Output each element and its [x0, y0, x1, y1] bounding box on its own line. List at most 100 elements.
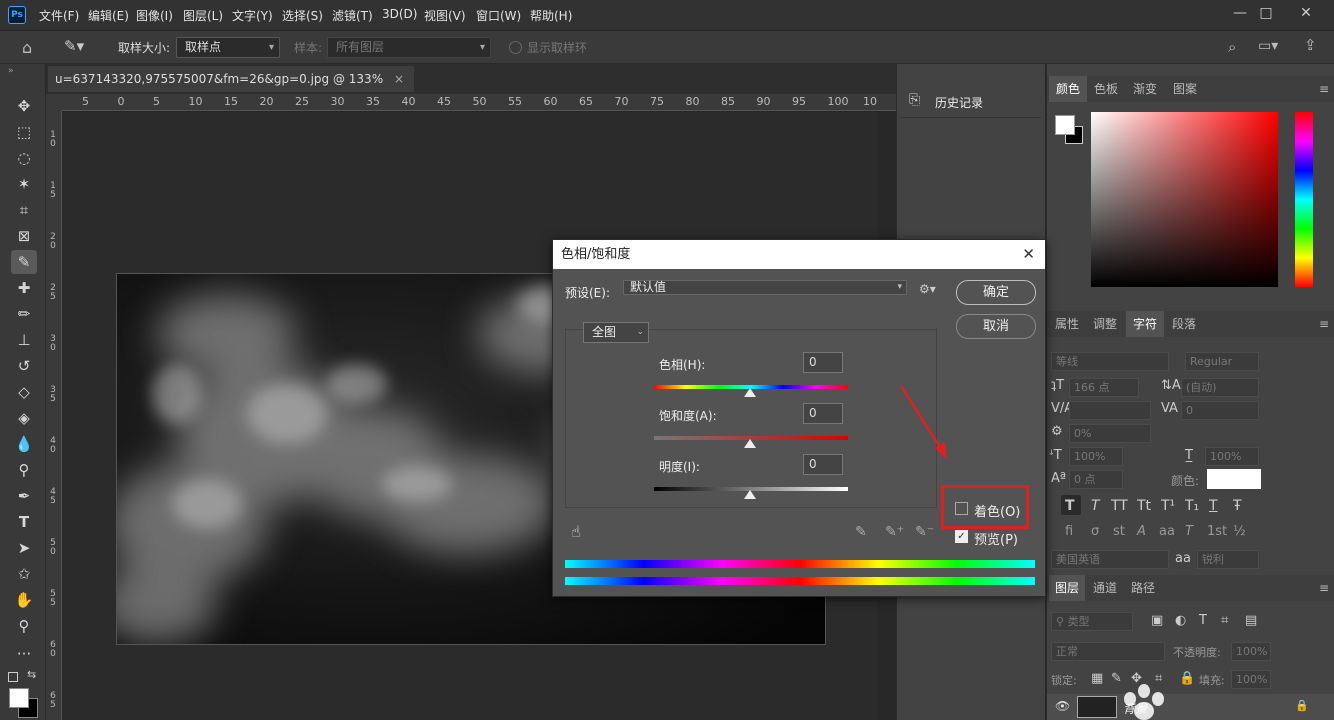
layer-row[interactable]: 👁 背景 🔒: [1047, 694, 1334, 720]
healing-brush-tool-icon[interactable]: ✚: [11, 276, 37, 300]
stylistic-alternates-button[interactable]: aa: [1159, 524, 1175, 539]
fill-input[interactable]: 100%: [1231, 670, 1271, 689]
font-size-input[interactable]: 166 点: [1069, 378, 1139, 397]
history-panel-button[interactable]: ⎘ 历史记录: [901, 84, 1041, 118]
more-tools-icon[interactable]: ···: [11, 642, 37, 666]
old-style-button[interactable]: σ: [1091, 524, 1099, 539]
menu-3d[interactable]: 3D(D): [382, 7, 417, 21]
preset-select[interactable]: 默认值 ▾: [623, 280, 907, 295]
eyedropper-icon[interactable]: ✎: [855, 524, 867, 540]
blend-mode-select[interactable]: 正常: [1051, 642, 1165, 661]
path-selection-tool-icon[interactable]: ➤: [11, 536, 37, 560]
opacity-input[interactable]: 100%: [1231, 642, 1271, 661]
collapse-icon[interactable]: »: [8, 66, 14, 76]
menu-select[interactable]: 选择(S): [282, 7, 323, 24]
hue-input[interactable]: 0: [803, 352, 843, 373]
eraser-tool-icon[interactable]: ◇: [11, 380, 37, 404]
bold-button[interactable]: T: [1065, 498, 1075, 514]
tab-channels[interactable]: 通道: [1087, 575, 1123, 601]
ordinals-button[interactable]: 1st: [1207, 524, 1227, 539]
magic-wand-tool-icon[interactable]: ✶: [11, 172, 37, 196]
menu-type[interactable]: 文字(Y): [232, 7, 273, 24]
swash-button[interactable]: A: [1137, 524, 1146, 539]
eyedropper-minus-icon[interactable]: ✎⁻: [915, 524, 934, 540]
tab-paragraph[interactable]: 段落: [1165, 311, 1203, 337]
text-color-swatch[interactable]: [1207, 469, 1261, 489]
leading-input[interactable]: (自动): [1181, 378, 1259, 397]
lightness-input[interactable]: 0: [803, 454, 843, 475]
sample-select[interactable]: 所有图层 ▾: [327, 37, 491, 58]
lock-transparent-icon[interactable]: ▦: [1091, 671, 1103, 686]
panel-menu-icon[interactable]: ≡: [1319, 317, 1329, 331]
hue-slider-thumb[interactable]: [744, 388, 756, 397]
share-icon[interactable]: ⇪: [1304, 36, 1317, 54]
dialog-close-icon[interactable]: ✕: [1022, 240, 1035, 269]
workspace-icon[interactable]: ▭▾: [1258, 38, 1278, 54]
hue-slider[interactable]: [1295, 112, 1313, 287]
tracking-input[interactable]: 0: [1181, 401, 1259, 420]
menu-window[interactable]: 窗口(W): [476, 7, 521, 24]
tab-layers[interactable]: 图层: [1049, 575, 1085, 601]
tsume-input[interactable]: 0%: [1069, 424, 1151, 443]
tab-adjustments[interactable]: 调整: [1087, 311, 1123, 337]
tab-character[interactable]: 字符: [1126, 311, 1164, 337]
menu-file[interactable]: 文件(F): [39, 7, 79, 24]
preview-checkbox[interactable]: ✓: [955, 530, 968, 543]
paint-bucket-tool-icon[interactable]: ◈: [11, 406, 37, 430]
targeted-adjust-hand-icon[interactable]: ☝: [571, 522, 581, 541]
panel-menu-icon[interactable]: ≡: [1319, 82, 1329, 96]
tab-swatches[interactable]: 色板: [1087, 76, 1125, 102]
history-brush-tool-icon[interactable]: ↺: [11, 354, 37, 378]
menu-filter[interactable]: 滤镜(T): [332, 7, 373, 24]
tab-patterns[interactable]: 图案: [1165, 76, 1205, 102]
all-caps-button[interactable]: TT: [1111, 498, 1128, 514]
titling-button[interactable]: T: [1185, 524, 1193, 539]
italic-button[interactable]: T: [1091, 498, 1100, 514]
zoom-tool-icon[interactable]: ⚲: [11, 614, 37, 638]
filter-smart-object-icon[interactable]: ▤: [1245, 613, 1257, 628]
foreground-color-swatch[interactable]: [9, 688, 29, 708]
dodge-tool-icon[interactable]: ⚲: [11, 458, 37, 482]
visibility-eye-icon[interactable]: 👁: [1055, 699, 1070, 713]
search-icon[interactable]: ⌕: [1228, 38, 1236, 56]
default-colors-icon[interactable]: [8, 672, 18, 682]
font-style-select[interactable]: Regular: [1185, 352, 1259, 371]
ligature-button[interactable]: fi: [1065, 524, 1073, 539]
eyedropper-plus-icon[interactable]: ✎⁺: [885, 524, 904, 540]
stamp-tool-icon[interactable]: ⊥: [11, 328, 37, 352]
strikethrough-button[interactable]: Ŧ: [1233, 498, 1242, 514]
lightness-slider-thumb[interactable]: [744, 490, 756, 499]
colorize-checkbox[interactable]: [955, 502, 968, 515]
baseline-input[interactable]: 0 点: [1069, 470, 1123, 489]
small-caps-button[interactable]: Tt: [1137, 498, 1151, 514]
home-icon[interactable]: ⌂: [22, 38, 32, 57]
underline-button[interactable]: T: [1209, 498, 1218, 514]
shape-tool-icon[interactable]: ✩: [11, 562, 37, 586]
tab-color[interactable]: 颜色: [1049, 76, 1087, 102]
blur-tool-icon[interactable]: 💧: [11, 432, 37, 456]
sample-size-select[interactable]: 取样点 ▾: [176, 37, 280, 58]
brush-tool-icon[interactable]: ✏: [11, 302, 37, 326]
filter-shape-icon[interactable]: ⌗: [1221, 613, 1228, 628]
color-field[interactable]: [1091, 112, 1278, 287]
lasso-tool-icon[interactable]: ◌: [11, 146, 37, 170]
menu-view[interactable]: 视图(V): [424, 7, 466, 24]
maximize-button[interactable]: □: [1246, 2, 1286, 26]
eyedropper-preset-icon[interactable]: ✎▾: [64, 37, 84, 55]
font-family-select[interactable]: 等线: [1051, 352, 1169, 371]
superscript-button[interactable]: T¹: [1161, 498, 1175, 514]
kerning-input[interactable]: [1069, 401, 1151, 420]
marquee-tool-icon[interactable]: ⬚: [11, 120, 37, 144]
ok-button[interactable]: 确定: [956, 280, 1036, 305]
cancel-button[interactable]: 取消: [956, 314, 1036, 339]
lock-all-icon[interactable]: 🔒: [1179, 671, 1195, 686]
filter-adjustment-icon[interactable]: ◐: [1175, 613, 1186, 628]
menu-layer[interactable]: 图层(L): [183, 7, 223, 24]
layer-filter-select[interactable]: ⚲ 类型: [1051, 612, 1133, 631]
close-tab-icon[interactable]: ×: [394, 66, 404, 92]
preset-options-icon[interactable]: ⚙▾: [919, 282, 936, 296]
close-window-button[interactable]: ✕: [1286, 2, 1326, 26]
tab-paths[interactable]: 路径: [1125, 575, 1161, 601]
fractions-button[interactable]: ½: [1233, 524, 1246, 539]
document-tab[interactable]: u=637143320,975575007&fm=26&gp=0.jpg @ 1…: [48, 66, 414, 112]
